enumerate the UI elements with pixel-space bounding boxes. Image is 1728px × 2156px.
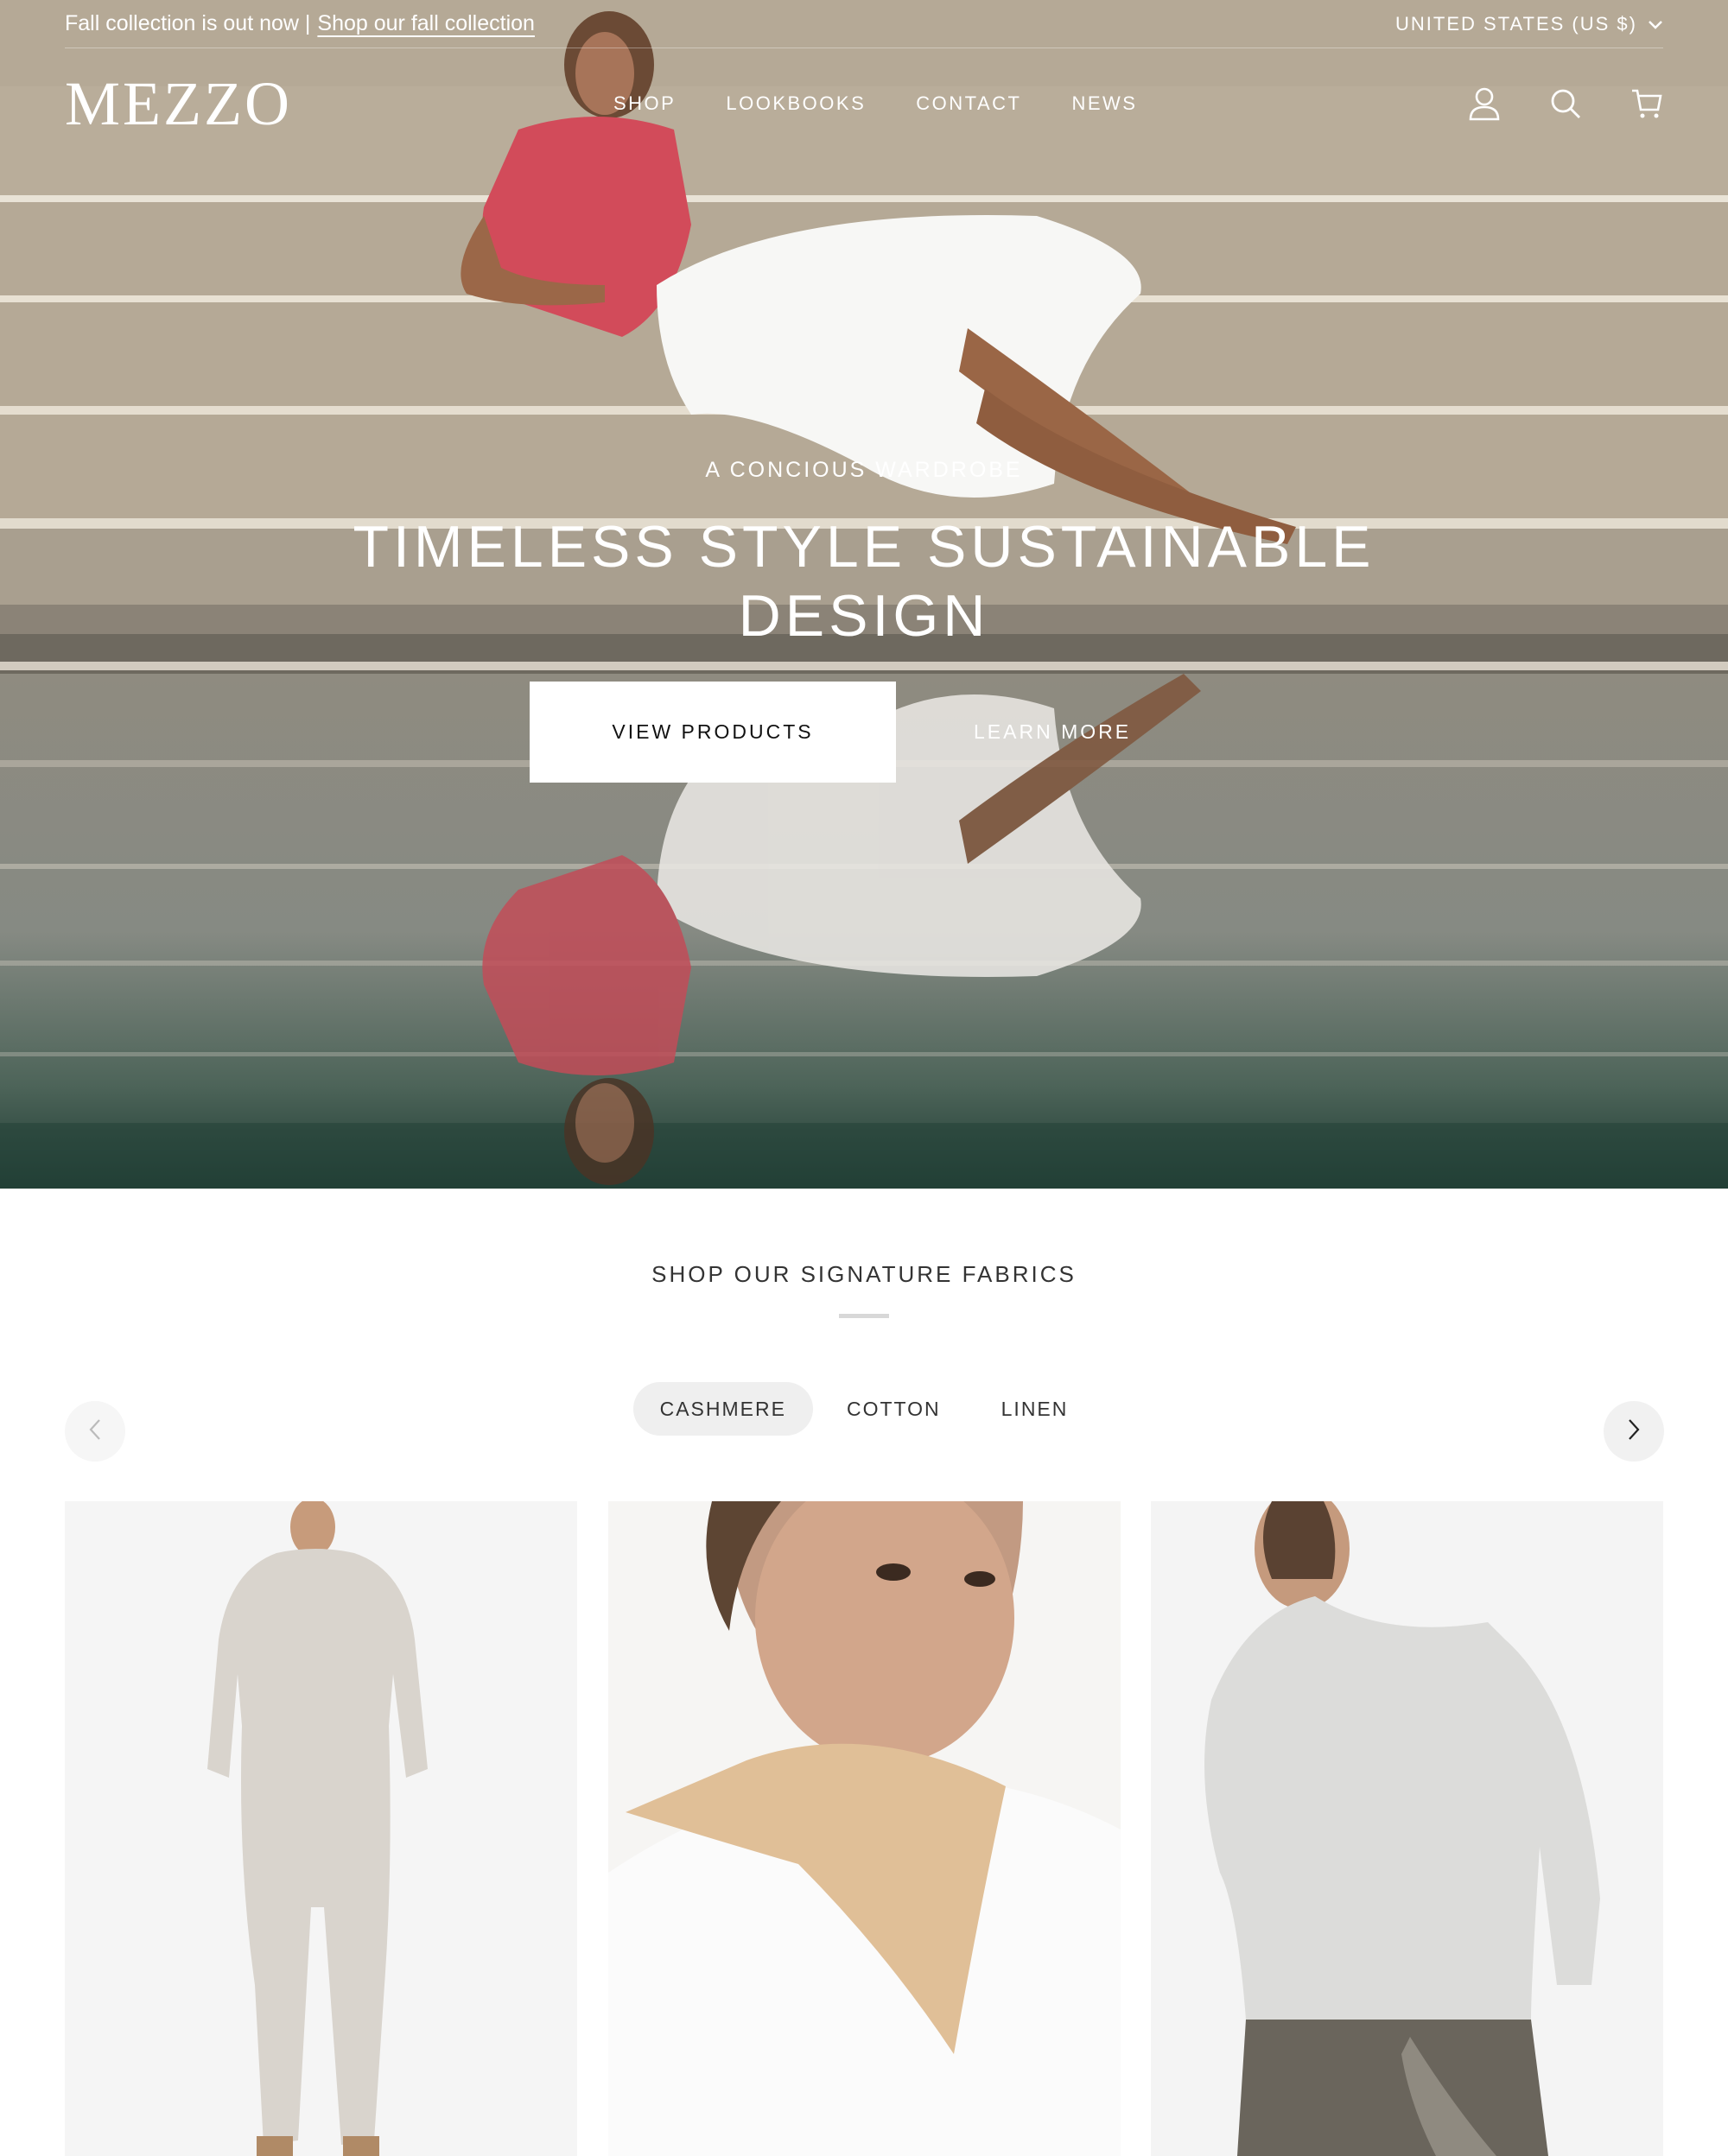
announcement-text: Fall collection is out now | [65,11,311,35]
product-card[interactable] [65,1501,577,2156]
country-label: UNITED STATES (US $) [1395,12,1637,35]
main-nav: SHOP LOOKBOOKS CONTACT NEWS [613,69,1137,138]
nav-item-news[interactable]: NEWS [1071,92,1137,115]
search-icon[interactable] [1549,87,1582,120]
hero-eyebrow: A CONCIOUS WARDROBE [705,458,1023,482]
announcement-bar: Fall collection is out now | Shop our fa… [65,0,1663,48]
hero-actions: VIEW PRODUCTS LEARN MORE [0,682,1728,783]
site-header: MEZZO SHOP LOOKBOOKS CONTACT NEWS [65,69,1663,138]
chevron-down-icon [1648,13,1663,35]
announcement: Fall collection is out now | Shop our fa… [65,11,535,36]
product-card[interactable] [1151,1501,1663,2156]
account-icon[interactable] [1468,86,1501,121]
tab-cashmere[interactable]: CASHMERE [632,1382,813,1436]
section-title: SHOP OUR SIGNATURE FABRICS [651,1261,1077,1287]
product-image [65,1501,577,2156]
cart-icon[interactable] [1630,87,1663,120]
site-logo[interactable]: MEZZO [65,73,292,135]
learn-more-button[interactable]: LEARN MORE [974,682,1131,783]
chevron-right-icon [1627,1418,1641,1445]
tab-cotton[interactable]: COTTON [820,1382,968,1436]
fabric-tabs: CASHMERE COTTON LINEN [0,1382,1728,1436]
product-image [1151,1501,1663,2156]
hero-banner: Fall collection is out now | Shop our fa… [0,0,1728,1189]
header-actions [1468,69,1663,138]
hero-text: A CONCIOUS WARDROBE TIMELESS STYLE SUSTA… [0,458,1728,650]
product-image [608,1501,1121,2156]
announcement-link[interactable]: Shop our fall collection [317,11,535,36]
hero-headline: TIMELESS STYLE SUSTAINABLE DESIGN [353,514,1375,649]
view-products-button[interactable]: VIEW PRODUCTS [530,682,896,783]
nav-item-lookbooks[interactable]: LOOKBOOKS [726,92,866,115]
nav-item-shop[interactable]: SHOP [613,92,676,115]
carousel-next-button[interactable] [1604,1401,1664,1462]
tab-linen[interactable]: LINEN [975,1382,1096,1436]
title-divider [839,1314,889,1318]
nav-item-contact[interactable]: CONTACT [916,92,1021,115]
product-card[interactable] [608,1501,1121,2156]
product-carousel [65,1501,1663,2156]
country-selector[interactable]: UNITED STATES (US $) [1395,13,1663,35]
